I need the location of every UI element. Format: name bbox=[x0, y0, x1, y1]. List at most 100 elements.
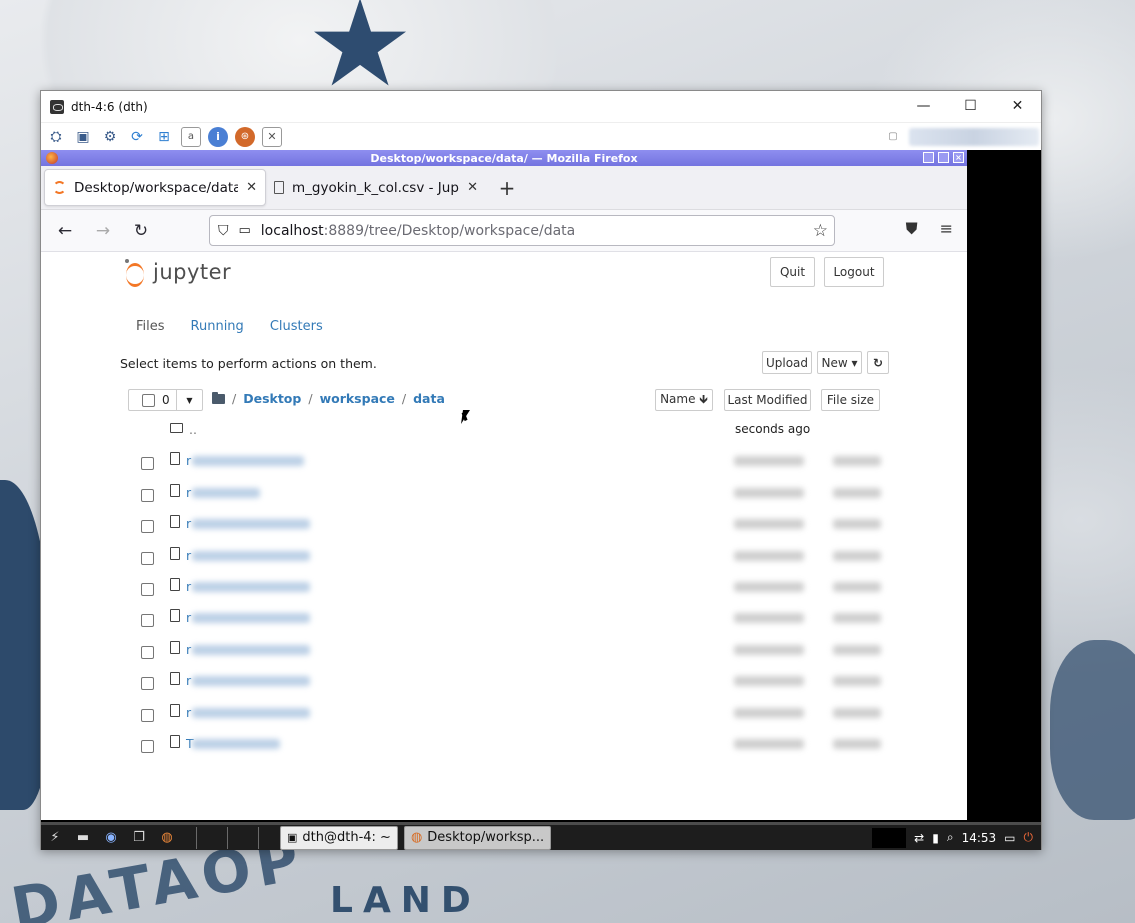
select-all-checkbox[interactable] bbox=[142, 393, 155, 407]
file-name-initial[interactable]: r bbox=[186, 453, 191, 468]
firefox-launcher-icon[interactable]: ◍ bbox=[156, 828, 178, 848]
list-item[interactable]: r bbox=[136, 668, 896, 699]
file-name-initial[interactable]: r bbox=[186, 705, 191, 720]
row-checkbox[interactable] bbox=[141, 551, 154, 565]
upload-button[interactable]: Upload bbox=[762, 351, 812, 374]
refresh-icon[interactable]: ⟳ bbox=[127, 127, 147, 147]
list-item[interactable]: r bbox=[136, 480, 896, 511]
breadcrumb-desktop[interactable]: Desktop bbox=[243, 391, 301, 406]
bookmark-star-icon[interactable]: ☆ bbox=[813, 221, 828, 241]
globe-icon[interactable]: ◉ bbox=[100, 828, 122, 848]
breadcrumb-separator: / bbox=[232, 391, 237, 406]
search-icon[interactable]: ⌕ bbox=[947, 830, 954, 845]
list-item[interactable]: r bbox=[136, 574, 896, 605]
file-name-initial[interactable]: r bbox=[186, 673, 191, 688]
sort-name-button[interactable]: Name 🡻 bbox=[655, 389, 713, 411]
url-bar[interactable]: ⛉ ▭ localhost:8889/tree/Desktop/workspac… bbox=[209, 215, 835, 246]
wallpaper-star-icon: ★ bbox=[306, 0, 414, 114]
select-all-control[interactable]: 0 ▼ bbox=[128, 389, 203, 411]
file-name-initial[interactable]: r bbox=[186, 642, 191, 657]
remote-screen: Desktop/workspace/data/ — Mozilla Firefo… bbox=[41, 150, 1041, 850]
settings-icon[interactable]: ⛭ bbox=[46, 127, 66, 147]
tab-running[interactable]: Running bbox=[182, 319, 261, 334]
list-item[interactable]: r bbox=[136, 605, 896, 636]
tab-files[interactable]: Files bbox=[127, 319, 182, 334]
ball-icon[interactable]: ⊛ bbox=[235, 126, 255, 147]
keyboard-icon[interactable]: a bbox=[181, 126, 201, 147]
row-checkbox[interactable] bbox=[141, 614, 154, 628]
list-item[interactable]: r bbox=[136, 448, 896, 479]
taskbar-terminal[interactable]: ▣ dth@dth-4: ~ bbox=[280, 825, 398, 850]
list-item[interactable]: r bbox=[136, 543, 896, 574]
close-button[interactable]: ✕ bbox=[994, 91, 1041, 121]
list-item[interactable]: r bbox=[136, 637, 896, 668]
new-tab-button[interactable]: + bbox=[492, 176, 522, 200]
tab-close-icon[interactable]: ✕ bbox=[467, 180, 478, 195]
tab-csv-file[interactable]: m_gyokin_k_col.csv - Jup ✕ bbox=[266, 169, 486, 206]
ff-close-button[interactable]: × bbox=[953, 152, 964, 163]
blurred-file-name bbox=[192, 519, 310, 530]
file-name-initial[interactable]: r bbox=[186, 610, 191, 625]
blurred-modified bbox=[734, 676, 804, 687]
parent-dir-link[interactable]: .. bbox=[189, 422, 197, 437]
shield-icon[interactable]: ⛉ bbox=[218, 223, 229, 239]
row-checkbox[interactable] bbox=[141, 488, 154, 502]
chevron-down-icon[interactable]: ▼ bbox=[176, 390, 202, 410]
tab-close-icon[interactable]: ✕ bbox=[246, 180, 257, 195]
fullscreen-icon[interactable]: ▣ bbox=[73, 127, 93, 147]
row-checkbox[interactable] bbox=[141, 645, 154, 659]
back-button[interactable]: ← bbox=[53, 219, 77, 243]
taskbar-firefox[interactable]: ◍ Desktop/worksp... bbox=[403, 825, 552, 850]
small-square-icon[interactable]: ▢ bbox=[883, 127, 903, 147]
row-checkbox[interactable] bbox=[141, 739, 154, 753]
info-icon[interactable]: i bbox=[208, 126, 228, 147]
refresh-list-button[interactable]: ↻ bbox=[867, 351, 889, 374]
file-name-initial[interactable]: r bbox=[186, 579, 191, 594]
menu-icon[interactable]: ≡ bbox=[940, 219, 953, 239]
breadcrumb-workspace[interactable]: workspace bbox=[320, 391, 395, 406]
row-checkbox[interactable] bbox=[141, 582, 154, 596]
sort-modified-button[interactable]: Last Modified bbox=[724, 389, 811, 411]
start-menu-icon[interactable]: ⚡ bbox=[44, 828, 66, 848]
terminal-icon[interactable]: ▬ bbox=[72, 828, 94, 848]
file-name-initial[interactable]: r bbox=[186, 485, 191, 500]
ff-minimize-button[interactable] bbox=[923, 152, 934, 163]
display-icon[interactable]: ▭ bbox=[1004, 831, 1015, 845]
blurred-size bbox=[833, 676, 881, 687]
minimize-button[interactable]: — bbox=[900, 91, 947, 121]
file-name-initial[interactable]: r bbox=[186, 516, 191, 531]
clock[interactable]: 14:53 bbox=[962, 831, 997, 845]
list-item[interactable]: r bbox=[136, 511, 896, 542]
windows-icon[interactable]: ❐ bbox=[128, 828, 150, 848]
windows-key-icon[interactable]: ⊞ bbox=[154, 127, 174, 147]
gear-icon[interactable]: ⚙ bbox=[100, 127, 120, 147]
page-info-icon[interactable]: ▭ bbox=[239, 223, 251, 238]
reload-button[interactable]: ↻ bbox=[129, 219, 153, 243]
tab-clusters[interactable]: Clusters bbox=[261, 319, 340, 334]
breadcrumb-data[interactable]: data bbox=[413, 391, 445, 406]
sort-size-button[interactable]: File size bbox=[821, 389, 880, 411]
row-checkbox[interactable] bbox=[141, 708, 154, 722]
blurred-modified bbox=[734, 613, 804, 624]
power-icon[interactable]: ⏻ bbox=[1024, 830, 1034, 845]
row-checkbox[interactable] bbox=[141, 520, 154, 534]
list-item[interactable]: r bbox=[136, 700, 896, 731]
forward-button[interactable]: → bbox=[91, 219, 115, 243]
battery-icon[interactable]: ▮ bbox=[932, 831, 939, 845]
tab-desktop-workspace-data[interactable]: Desktop/workspace/data/ ✕ bbox=[44, 169, 266, 206]
jupyter-logo[interactable]: jupyter bbox=[125, 259, 231, 287]
row-checkbox[interactable] bbox=[141, 677, 154, 691]
pocket-icon[interactable]: ⛊ bbox=[906, 219, 918, 239]
list-item[interactable]: T bbox=[136, 731, 896, 762]
ff-maximize-button[interactable] bbox=[938, 152, 949, 163]
maximize-button[interactable]: ☐ bbox=[947, 91, 994, 121]
new-button[interactable]: New ▾ bbox=[817, 351, 862, 374]
logout-button[interactable]: Logout bbox=[824, 257, 884, 287]
network-icon[interactable]: ⇄ bbox=[914, 831, 924, 845]
disconnect-icon[interactable]: ✕ bbox=[262, 126, 282, 147]
file-name-initial[interactable]: r bbox=[186, 548, 191, 563]
folder-icon[interactable] bbox=[212, 391, 225, 404]
row-checkbox[interactable] bbox=[141, 457, 154, 471]
quit-button[interactable]: Quit bbox=[770, 257, 815, 287]
list-item-parent[interactable]: .. seconds ago bbox=[136, 417, 896, 448]
